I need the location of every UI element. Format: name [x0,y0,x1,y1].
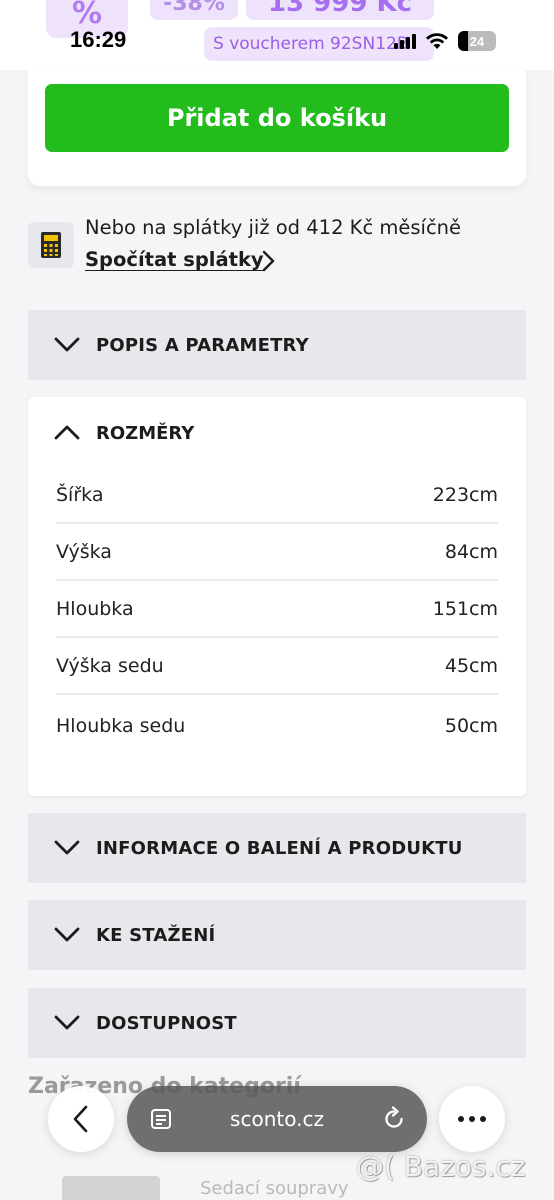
page: % -38% 13 999 Kč S voucherem 92SN12B 16:… [0,0,554,1200]
status-time: 16:29 [70,27,127,52]
dimension-row: Výška sedu 45cm [56,638,498,695]
calculator-icon [28,222,74,268]
dimensions-panel: ROZMĚRY Šířka 223cm Výška 84cm Hloubka 1… [28,397,526,796]
installment-text: Nebo na splátky již od 412 Kč měsíčně [85,216,462,239]
more-options-button[interactable] [439,1086,505,1152]
dimension-value: 223cm [432,483,498,506]
dimension-value: 151cm [432,597,498,620]
accordion-downloads[interactable]: KE STAŽENÍ [28,900,526,970]
dimension-label: Výška sedu [56,654,164,677]
more-dot-icon [469,1116,475,1122]
accordion-title: POPIS A PARAMETRY [96,334,309,356]
chevron-down-icon [54,1015,80,1030]
price-badge: 13 999 Kč [246,0,434,20]
accordion-title: KE STAŽENÍ [96,924,216,946]
battery-level: 24 [469,33,485,49]
dimension-label: Hloubka sedu [56,714,186,737]
more-dot-icon [480,1116,486,1122]
dimension-row: Šířka 223cm [56,467,498,524]
dimension-value: 84cm [444,540,498,563]
signal-icon [394,33,416,49]
more-dot-icon [458,1116,464,1122]
dimension-label: Výška [56,540,112,563]
accordion-description[interactable]: POPIS A PARAMETRY [28,310,526,380]
chevron-down-icon [54,927,80,942]
wifi-icon [426,33,448,49]
dimension-value: 50cm [444,714,498,737]
chevron-right-icon[interactable] [259,249,279,273]
category-link[interactable]: Sedací soupravy [200,1178,349,1199]
discount-badge: -38% [150,0,238,20]
address-bar[interactable]: sconto.cz [127,1086,427,1152]
status-icons: 24 [394,30,496,52]
accordion-availability[interactable]: DOSTUPNOST [28,988,526,1058]
accordion-packaging[interactable]: INFORMACE O BALENÍ A PRODUKTU [28,813,526,883]
dimension-row: Hloubka sedu 50cm [56,697,498,754]
accordion-title: INFORMACE O BALENÍ A PRODUKTU [96,837,463,859]
dimension-label: Šířka [56,483,104,506]
category-thumbnail[interactable] [62,1176,160,1200]
dimension-row: Hloubka 151cm [56,581,498,638]
accordion-title: DOSTUPNOST [96,1012,237,1034]
back-button[interactable] [48,1086,114,1152]
watermark: @( Bazos.cz [356,1150,526,1183]
dimensions-title[interactable]: ROZMĚRY [96,417,194,449]
chevron-up-icon[interactable] [54,423,80,441]
calculate-installments-link[interactable]: Spočítat splátky [85,248,264,271]
add-to-cart-button[interactable]: Přidat do košíku [45,84,509,152]
dimension-value: 45cm [444,654,498,677]
chevron-down-icon [54,337,80,352]
dimension-label: Hloubka [56,597,134,620]
reload-icon[interactable] [381,1106,407,1132]
chevron-down-icon [54,840,80,855]
battery-icon: 24 [458,31,496,51]
dimension-row: Výška 84cm [56,524,498,581]
chevron-left-icon [73,1105,88,1133]
